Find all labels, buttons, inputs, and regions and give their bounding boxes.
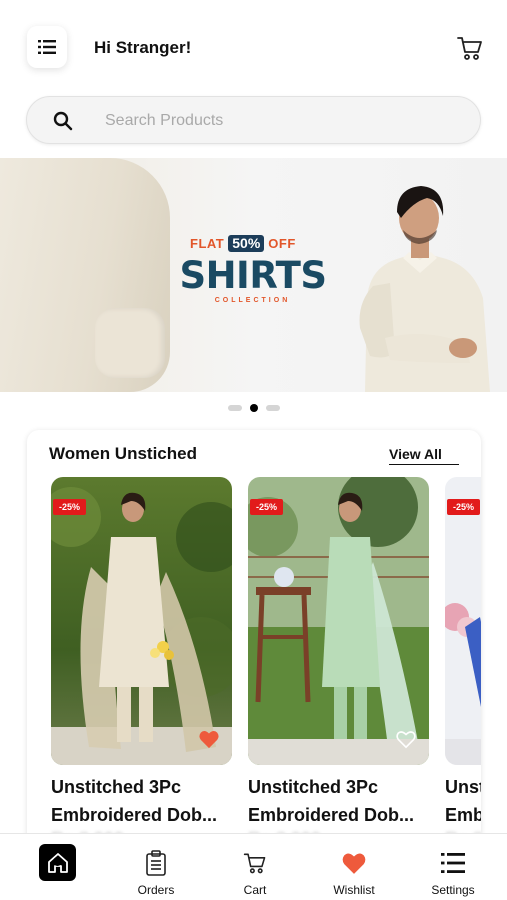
banner-cuff-image	[95, 308, 165, 378]
banner-percent: 50%	[228, 234, 265, 252]
cart-icon	[243, 853, 266, 874]
header-cart-button[interactable]	[455, 33, 485, 63]
banner-subheadline: COLLECTION	[214, 297, 291, 304]
product-card[interactable]: -25% Unstitched 3Pc Embroidered Dob... R…	[248, 477, 429, 849]
nav-label: Settings	[431, 883, 475, 897]
product-card[interactable]: -25% Unstitched 3Pc Embroidered Dob... R…	[51, 477, 232, 849]
menu-button[interactable]	[27, 26, 67, 68]
banner-model-image	[359, 186, 490, 392]
discount-badge: -25%	[53, 499, 87, 515]
search-icon	[53, 111, 73, 131]
product-image: -25%	[248, 477, 429, 765]
promo-banner[interactable]: FLAT 50% OFF SHIRTS COLLECTION	[0, 158, 507, 392]
clipboard-icon	[146, 850, 166, 876]
discount-badge: -25%	[447, 499, 481, 515]
product-card[interactable]: -25% Unstitched 3Pc Embroidered Dob... R…	[445, 477, 481, 849]
section-title: Women Unstiched	[49, 444, 197, 463]
list-menu-icon	[38, 40, 56, 54]
product-image: -25%	[51, 477, 232, 765]
product-subtitle: Embroidered Dob...	[51, 805, 218, 825]
nav-settings[interactable]: Settings	[413, 834, 493, 900]
banner-pagination	[0, 404, 507, 415]
heart-icon	[342, 853, 366, 874]
women-unstitched-section: Women Unstiched View All -25% Unstitched…	[27, 430, 481, 850]
pagination-dot-active[interactable]	[249, 404, 258, 412]
app-header: Hi Stranger!	[0, 0, 507, 92]
heart-icon[interactable]	[198, 729, 220, 749]
banner-flat-text: FLAT	[190, 235, 225, 251]
product-image: -25%	[445, 477, 481, 765]
view-all-link[interactable]: View All	[389, 446, 459, 465]
nav-cart[interactable]: Cart	[215, 834, 295, 900]
cart-icon	[457, 37, 482, 60]
nav-orders[interactable]: Orders	[116, 834, 196, 900]
pagination-dot[interactable]	[227, 405, 242, 411]
nav-label: Cart	[243, 883, 267, 897]
search-bar[interactable]	[26, 96, 481, 144]
greeting-text: Hi Stranger!	[94, 38, 192, 57]
product-subtitle: Embroidered Dob...	[248, 805, 415, 825]
search-input[interactable]	[105, 107, 445, 135]
nav-label: Orders	[137, 883, 175, 897]
banner-flat-offer: FLAT 50% OFF	[190, 232, 320, 254]
product-title: Unstitched 3Pc	[248, 777, 379, 797]
nav-label: Wishlist	[333, 883, 375, 897]
bottom-navigation: Orders Cart Wishlist Settings	[0, 833, 507, 900]
banner-off-text: OFF	[268, 235, 296, 251]
product-subtitle: Embroidered Dob...	[445, 805, 481, 825]
discount-badge: -25%	[250, 499, 284, 515]
product-title: Unstitched 3Pc	[51, 777, 182, 797]
heart-outline-icon[interactable]	[395, 729, 417, 749]
nav-wishlist[interactable]: Wishlist	[314, 834, 394, 900]
list-menu-icon	[441, 853, 465, 873]
pagination-dot[interactable]	[265, 405, 280, 411]
banner-headline: SHIRTS	[179, 254, 327, 297]
product-title: Unstitched 3Pc	[445, 777, 481, 797]
active-nav-indicator	[53, 857, 62, 866]
